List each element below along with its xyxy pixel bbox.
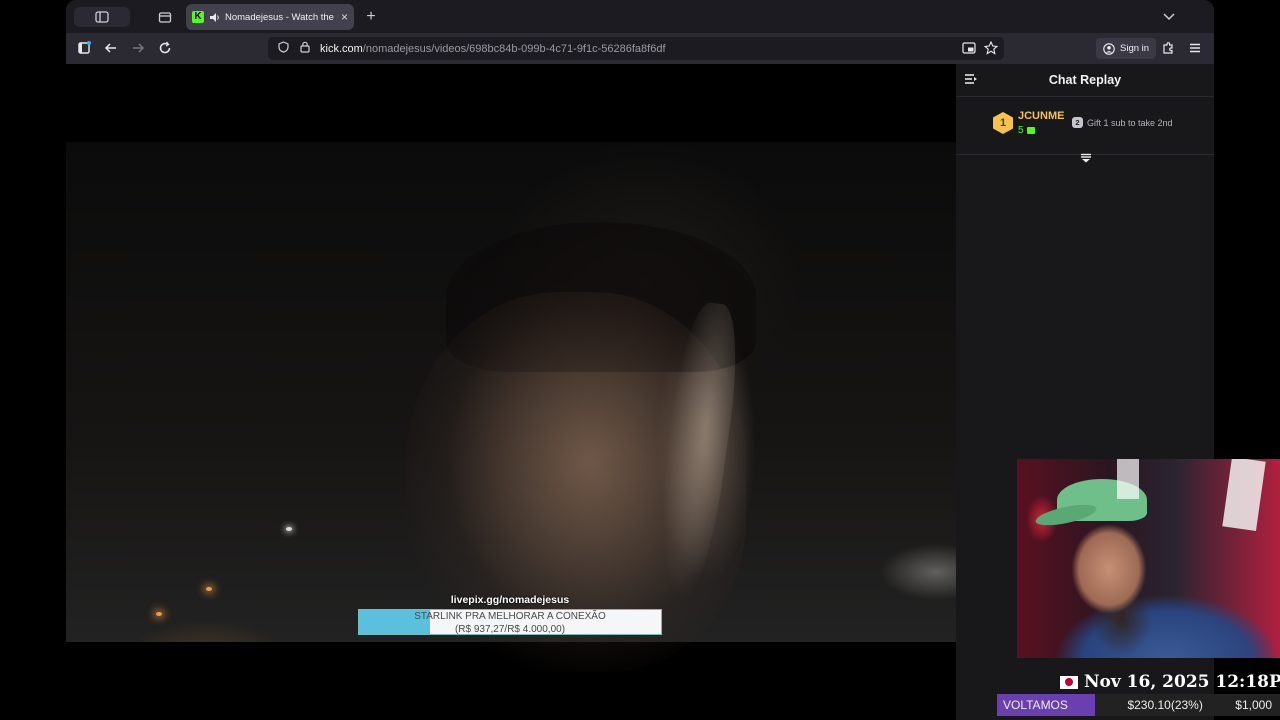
goal-target: $1,000 <box>1235 698 1272 712</box>
tab-active[interactable]: K Nomadejesus - Watch the V × <box>186 4 354 30</box>
rank-two-icon: 2 <box>1072 117 1083 128</box>
navigation-bar: kick.com/nomadejesus/videos/698bc84b-099… <box>66 33 1214 64</box>
donation-goal-title: STARLINK PRA MELHORAR A CONEXÃO <box>414 611 606 622</box>
chat-header: Chat Replay <box>956 64 1214 97</box>
pinned-username[interactable]: JCUNME <box>1018 110 1064 122</box>
speaker-icon[interactable] <box>209 12 220 23</box>
sidebar-panel-icon[interactable] <box>73 37 95 59</box>
goal-name: VOLTAMOS <box>997 694 1095 716</box>
lock-icon[interactable] <box>298 41 312 56</box>
streamer-webcam <box>1017 459 1280 658</box>
collapse-chat-icon[interactable] <box>964 73 978 88</box>
shield-icon[interactable] <box>276 41 290 56</box>
forward-arrow-icon[interactable] <box>127 37 149 59</box>
goal-progress: $230.10(23%) <box>1127 698 1203 712</box>
gift-hint: 2 Gift 1 sub to take 2nd <box>1072 117 1173 128</box>
video-player[interactable]: livepix.gg/nomadejesus STARLINK PRA MELH… <box>66 64 956 720</box>
stream-goal-bar: VOLTAMOS $230.10(23%) $1,000 <box>997 694 1280 716</box>
rank-badge: 1 <box>992 111 1014 135</box>
sign-in-button[interactable]: Sign in <box>1096 38 1157 59</box>
tab-list-chevron-down-icon[interactable] <box>1158 6 1180 28</box>
reload-icon[interactable] <box>154 37 176 59</box>
sidebar-toggle-pill[interactable] <box>74 7 130 27</box>
url-bar[interactable]: kick.com/nomadejesus/videos/698bc84b-099… <box>268 37 1004 60</box>
donation-goal-widget: livepix.gg/nomadejesus STARLINK PRA MELH… <box>358 594 662 635</box>
tab-close-icon[interactable]: × <box>341 10 348 24</box>
rank-number: 1 <box>999 117 1007 129</box>
url-host: kick.com <box>320 42 363 55</box>
tab-bar: K Nomadejesus - Watch the V × + <box>66 0 1214 33</box>
background-light <box>206 587 212 591</box>
chat-title: Chat Replay <box>1048 73 1122 87</box>
webcam-background-sign <box>1117 459 1139 499</box>
screen: K Nomadejesus - Watch the V × + kick.com… <box>0 0 1280 720</box>
tab-overview-button[interactable] <box>154 6 176 28</box>
date-overlay: Nov 16, 2025 12:18PM <box>1060 672 1280 692</box>
url-path: /nomadejesus/videos/698bc84b-099b-4c71-9… <box>362 42 666 55</box>
webcam-background-sign <box>1222 459 1266 532</box>
japan-flag-icon <box>1060 675 1078 689</box>
picture-in-picture-icon[interactable] <box>962 41 976 55</box>
donation-progress-bar: STARLINK PRA MELHORAR A CONEXÃO (R$ 937,… <box>358 609 662 635</box>
sidebar-icon <box>95 11 109 23</box>
kick-favicon-icon: K <box>192 11 204 23</box>
gift-count: 5 <box>1018 125 1035 136</box>
url-actions <box>962 41 998 55</box>
tab-overview-icon <box>158 12 172 23</box>
menu-hamburger-icon[interactable] <box>1184 37 1206 59</box>
back-arrow-icon[interactable] <box>100 37 122 59</box>
bookmark-star-icon[interactable] <box>984 41 998 55</box>
scroll-to-bottom-icon[interactable] <box>1080 150 1092 163</box>
pinned-top-gifter[interactable]: 1 JCUNME 5 2 Gift 1 sub to take 2nd <box>956 97 1214 155</box>
gift-count-value: 5 <box>1018 125 1024 136</box>
sign-in-label: Sign in <box>1120 43 1150 54</box>
date-text: Nov 16, 2025 12:18PM <box>1084 672 1280 692</box>
extensions-puzzle-icon[interactable] <box>1157 37 1179 59</box>
donation-link: livepix.gg/nomadejesus <box>450 594 570 606</box>
background-light <box>156 612 162 616</box>
url-text[interactable]: kick.com/nomadejesus/videos/698bc84b-099… <box>320 43 666 55</box>
new-tab-button[interactable]: + <box>360 6 382 28</box>
background-light <box>286 527 292 531</box>
donation-goal-amount: (R$ 937,27/R$ 4.000,00) <box>454 624 566 635</box>
tab-title: Nomadejesus - Watch the V <box>225 11 336 23</box>
account-icon <box>1103 42 1115 55</box>
gift-hint-text: Gift 1 sub to take 2nd <box>1087 117 1173 128</box>
gift-icon <box>1026 127 1035 134</box>
video-frame <box>66 142 956 672</box>
